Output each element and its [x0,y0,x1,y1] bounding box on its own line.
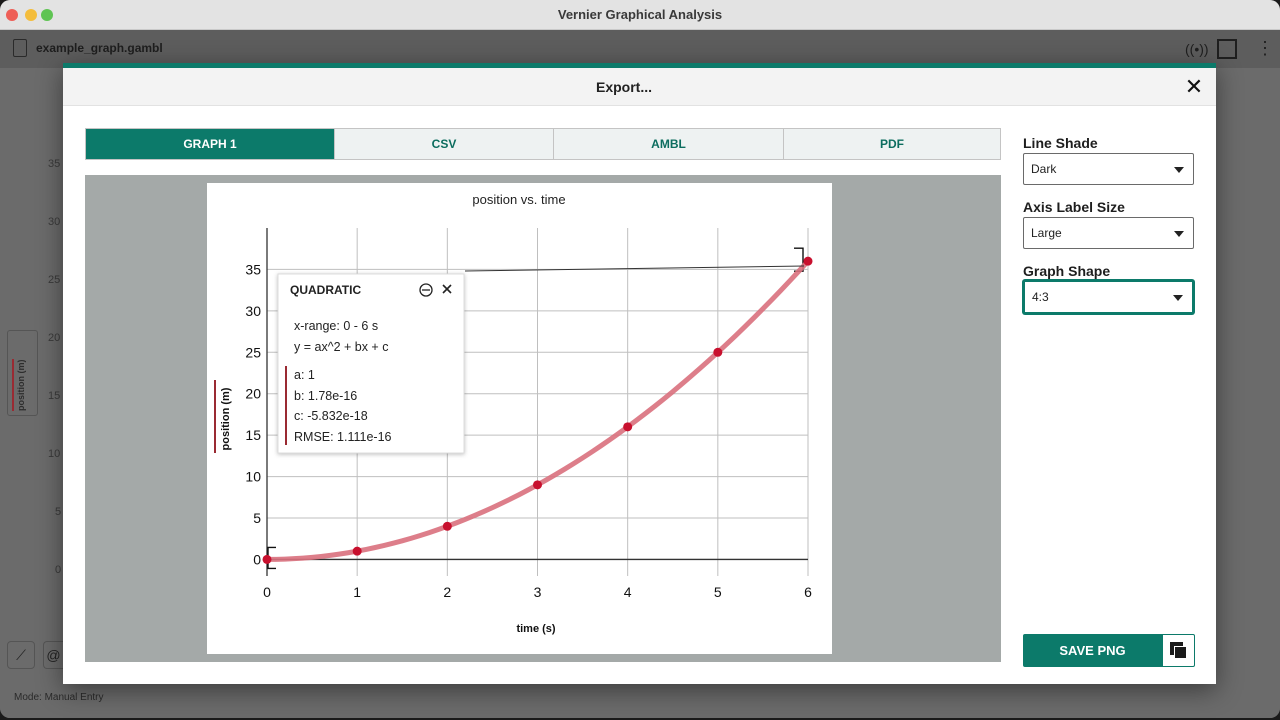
background-y-tick: 20 [48,332,61,344]
chevron-down-icon [1174,167,1184,173]
chevron-down-icon [1173,295,1183,301]
axis-label-size-value: Large [1031,226,1062,240]
axis-label-size-label: Axis Label Size [1023,199,1125,215]
save-png-button[interactable]: SAVE PNG [1023,634,1162,667]
file-icon [13,39,27,57]
y-tick-label: 30 [245,303,261,319]
more-icon[interactable]: ⋮ [1254,38,1276,60]
background-y-tick: 5 [55,506,62,518]
fit-param-a: a: 1 [294,368,315,382]
fit-param-c: c: -5.832e-18 [294,409,368,423]
export-tabs: GRAPH 1 CSV AMBL PDF [85,128,1001,160]
app-window: Vernier Graphical Analysis example_graph… [0,0,1280,718]
background-y-tick: 25 [48,274,61,286]
background-y-tick: 10 [48,448,61,460]
mode-status: Mode: Manual Entry [14,692,104,703]
background-ylabel: position (m) [12,359,26,411]
fit-box [277,273,465,454]
fit-connector-line [464,265,805,272]
y-tick-label: 0 [253,551,261,567]
data-point [623,422,633,432]
line-shade-select[interactable]: Dark [1023,153,1194,185]
data-point [352,546,362,556]
data-point [803,256,813,266]
background-y-tick: 15 [48,390,61,402]
position-time-chart: position vs. time 0 1 2 3 4 5 605101520253035 … [214,192,813,635]
graph-shape-label: Graph Shape [1023,263,1111,279]
line-shade-label: Line Shade [1023,135,1098,151]
tab-ambl[interactable]: AMBL [553,129,783,159]
fit-range: x-range: 0 - 6 s [294,319,378,333]
chart-title: position vs. time [472,192,565,207]
x-tick-label: 4 [624,584,632,600]
fit-title: QUADRATIC [290,283,361,297]
data-point [442,521,452,531]
background-y-tick: 30 [48,216,61,228]
fit-equation: y = ax^2 + bx + c [294,340,388,354]
sensor-icon[interactable]: ((•)) [1185,38,1209,60]
background-y-tick: 35 [48,158,61,170]
background-ylabel-box[interactable]: position (m) [7,330,38,416]
copy-image-button[interactable] [1162,634,1195,667]
fit-annotation[interactable]: QUADRATIC x-range: 0 - 6 s y = ax^2 + bx… [277,265,805,454]
status-bar: Mode: Manual Entry [0,686,1280,718]
graph-tools-icon[interactable]: ⟋ [7,641,35,669]
x-tick-label: 0 [263,584,271,600]
settings-icon[interactable]: @ [43,641,63,669]
x-tick-label: 5 [714,584,722,600]
y-tick-label: 5 [253,510,261,526]
line-shade-value: Dark [1031,162,1057,176]
x-tick-label: 2 [443,584,451,600]
title-bar: Vernier Graphical Analysis [0,0,1280,30]
x-axis-label[interactable]: time (s) [516,623,555,635]
y-axis-label[interactable]: position (m) [220,387,232,450]
data-point [533,480,542,490]
data-point [262,554,272,564]
graph-shape-select[interactable]: 4:3 [1023,280,1194,314]
y-tick-label: 35 [245,261,261,277]
tab-pdf[interactable]: PDF [783,129,1000,159]
export-preview: position vs. time 0 1 2 3 4 5 6 0 5 10 15 20 25 30 35 … [85,175,1001,662]
fit-rmse: RMSE: 1.111e-16 [294,430,392,444]
layout-icon[interactable] [1217,39,1237,59]
y-tick-label: 15 [245,427,261,443]
window-title: Vernier Graphical Analysis [557,7,723,22]
fit-param-b: b: 1.78e-16 [294,389,357,403]
y-tick-label: 10 [245,469,261,485]
tab-graph-1[interactable]: GRAPH 1 [86,129,334,159]
copy-icon-front [1174,646,1187,659]
file-name[interactable]: example_graph.gambl [36,41,163,55]
x-tick-label: 1 [353,584,361,600]
export-dialog: Export... ✕ GRAPH 1 CSV AMBL PDF positio… [63,63,1216,684]
y-tick-label: 20 [245,386,261,402]
data-point [713,347,723,357]
x-tick-label: 3 [534,584,542,600]
axis-label-size-select[interactable]: Large [1023,217,1194,249]
close-icon[interactable]: ✕ [1181,74,1207,100]
graph-shape-value: 4:3 [1032,290,1049,304]
dialog-title: Export... [595,79,652,95]
tab-csv[interactable]: CSV [334,129,553,159]
chevron-down-icon [1174,231,1184,237]
background-y-tick: 0 [55,564,62,576]
graph-card: position vs. time 0 1 2 3 4 5 6 0 5 10 15 20 25 30 35 … [207,183,832,654]
dialog-header: Export... ✕ [63,68,1216,106]
y-tick-label: 25 [245,344,261,360]
x-tick-label: 6 [804,584,812,600]
